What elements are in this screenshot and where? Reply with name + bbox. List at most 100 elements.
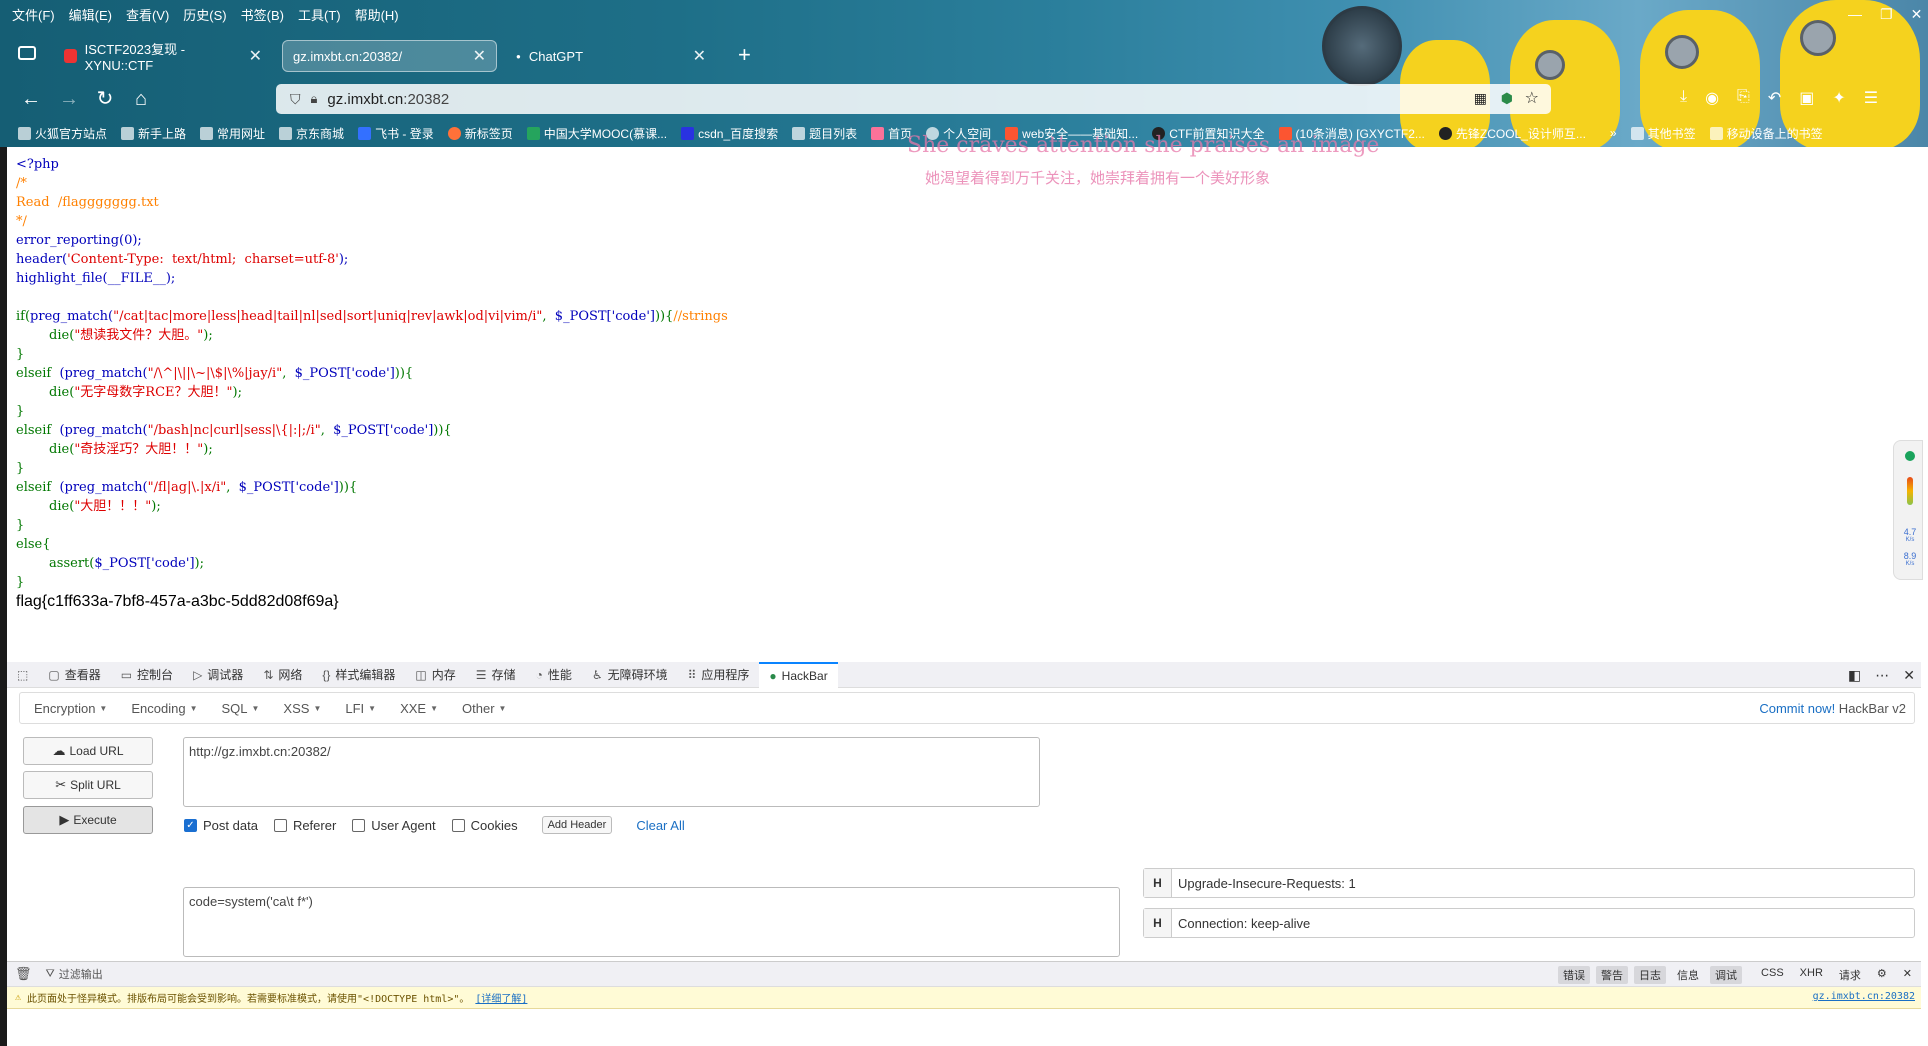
bookmarks-overflow-icon[interactable]: » <box>1610 126 1617 140</box>
bookmark-item[interactable]: 新手上路 <box>121 125 186 142</box>
close-window-icon[interactable]: ✕ <box>1911 6 1923 23</box>
bookmark-star-icon[interactable]: ☆ <box>1525 88 1539 108</box>
filter-info[interactable]: 信息 <box>1672 966 1704 984</box>
filter-logs[interactable]: 日志 <box>1634 966 1667 984</box>
console-input-area[interactable] <box>7 1009 1921 1046</box>
referer-checkbox[interactable]: Referer <box>273 818 336 833</box>
tab-current[interactable]: gz.imxbt.cn:20382/ ✕ <box>282 40 497 72</box>
screenshot-icon[interactable]: ⎘ <box>1737 88 1750 108</box>
menu-encryption[interactable]: Encryption ▼ <box>20 701 117 716</box>
warning-source-link[interactable]: gz.imxbt.cn:20382 <box>1813 991 1915 1002</box>
close-tab-icon[interactable]: ✕ <box>693 46 706 66</box>
filter-errors[interactable]: 错误 <box>1558 966 1591 984</box>
dock-icon[interactable]: ◧ <box>1848 667 1861 684</box>
tab-memory[interactable]: ◫ 内存 <box>405 662 465 688</box>
tab-hackbar[interactable]: ● HackBar <box>759 661 838 688</box>
menu-other[interactable]: Other ▼ <box>448 701 516 716</box>
back-icon[interactable]: ← <box>18 86 44 112</box>
lock-icon[interactable]: 🔒︎ <box>311 91 318 107</box>
tab-storage[interactable]: ☰ 存储 <box>466 662 526 688</box>
filter-output-input[interactable]: 过滤输出 <box>59 966 103 982</box>
bookmark-item[interactable]: 常用网址 <box>200 125 265 142</box>
extension-icon[interactable]: ⬢ <box>1501 90 1513 107</box>
filter-requests[interactable]: 请求 <box>1834 966 1866 984</box>
menu-help[interactable]: 帮助(H) <box>355 5 399 24</box>
network-monitor-widget[interactable]: 4.7 K/s 8.9 K/s <box>1893 440 1923 580</box>
bookmark-item[interactable]: 京东商城 <box>279 125 344 142</box>
menu-view[interactable]: 查看(V) <box>126 5 169 24</box>
tab-debugger[interactable]: ▷ 调试器 <box>183 662 253 688</box>
header-row[interactable]: H Connection: keep-alive <box>1143 908 1915 938</box>
addon-icon[interactable]: ▣ <box>1799 88 1814 108</box>
split-url-button[interactable]: ✂ Split URL <box>23 771 153 799</box>
element-picker-icon[interactable]: ⬚ <box>7 662 38 688</box>
bookmark-item[interactable]: 其他书签 <box>1630 125 1696 142</box>
cookies-checkbox[interactable]: Cookies <box>451 818 518 833</box>
minimize-icon[interactable]: — <box>1848 6 1862 23</box>
tab-performance[interactable]: ◔ 性能 <box>526 662 582 688</box>
tab-network[interactable]: ⇅ 网络 <box>253 662 312 688</box>
add-header-button[interactable]: Add Header <box>541 816 613 834</box>
new-tab-icon[interactable]: + <box>738 42 751 68</box>
bookmark-item[interactable]: 首页 <box>871 125 912 142</box>
home-icon[interactable]: ⌂ <box>128 86 154 112</box>
console-settings-icon[interactable]: ⚙ <box>1872 966 1892 984</box>
qr-code-icon[interactable]: ▦ <box>1474 90 1487 107</box>
close-tab-icon[interactable]: ✕ <box>249 46 262 66</box>
menu-file[interactable]: 文件(F) <box>12 5 55 24</box>
close-console-icon[interactable]: ✕ <box>1898 966 1917 984</box>
menu-xxe[interactable]: XXE ▼ <box>386 701 448 716</box>
filter-css[interactable]: CSS <box>1756 966 1789 984</box>
tab-application[interactable]: ⠿ 应用程序 <box>678 662 760 688</box>
url-bar[interactable]: ⛉ 🔒︎ gz.imxbt.cn:20382 ▦ ⬢ ☆ <box>276 84 1551 114</box>
header-value[interactable]: Connection: keep-alive <box>1172 916 1310 931</box>
close-tab-icon[interactable]: ✕ <box>473 46 486 66</box>
tab-isctf[interactable]: ISCTF2023复现 - XYNU::CTF ✕ <box>54 40 272 73</box>
close-devtools-icon[interactable]: ✕ <box>1903 667 1915 684</box>
menu-tools[interactable]: 工具(T) <box>298 5 341 24</box>
tab-style-editor[interactable]: {} 样式编辑器 <box>312 662 405 688</box>
filter-xhr[interactable]: XHR <box>1795 966 1828 984</box>
bookmark-item[interactable]: 飞书 - 登录 <box>358 125 434 142</box>
more-icon[interactable]: ⋯ <box>1875 667 1889 684</box>
menu-bookmarks[interactable]: 书签(B) <box>241 5 284 24</box>
menu-sql[interactable]: SQL ▼ <box>207 701 269 716</box>
load-url-button[interactable]: ☁ Load URL <box>23 737 153 765</box>
header-row[interactable]: H Upgrade-Insecure-Requests: 1 <box>1143 868 1915 898</box>
forward-icon[interactable]: → <box>56 86 82 112</box>
maximize-icon[interactable]: ❐ <box>1880 6 1893 23</box>
bookmark-item[interactable]: 火狐官方站点 <box>18 125 107 142</box>
header-value[interactable]: Upgrade-Insecure-Requests: 1 <box>1172 876 1356 891</box>
bookmark-item[interactable]: 中国大学MOOC(慕课... <box>526 125 667 142</box>
hackbar-url-input[interactable]: http://gz.imxbt.cn:20382/ <box>183 737 1040 807</box>
extensions-icon[interactable]: ✦ <box>1832 88 1845 108</box>
bookmark-item[interactable]: csdn_百度搜索 <box>681 125 778 142</box>
menu-edit[interactable]: 编辑(E) <box>69 5 112 24</box>
execute-button[interactable]: ▶ Execute <box>23 806 153 834</box>
tab-accessibility[interactable]: ♿︎ 无障碍环境 <box>582 662 678 688</box>
tab-inspector[interactable]: ▢ 查看器 <box>38 662 110 688</box>
clear-all-link[interactable]: Clear All <box>636 818 684 833</box>
bookmark-item[interactable]: 先锋ZCOOL_设计师互... <box>1438 125 1586 142</box>
menu-xss[interactable]: XSS ▼ <box>269 701 331 716</box>
menu-encoding[interactable]: Encoding ▼ <box>117 701 207 716</box>
filter-debug[interactable]: 调试 <box>1710 966 1743 984</box>
bookmark-item[interactable]: 移动设备上的书签 <box>1709 125 1823 142</box>
undo-icon[interactable]: ↶ <box>1768 88 1781 108</box>
filter-warnings[interactable]: 警告 <box>1596 966 1629 984</box>
reload-icon[interactable]: ↻ <box>92 86 118 112</box>
tab-console[interactable]: ▭ 控制台 <box>111 662 183 688</box>
tab-chatgpt[interactable]: ● ChatGPT ✕ <box>506 40 716 72</box>
commit-now-link[interactable]: Commit now! <box>1759 701 1835 716</box>
bookmark-item[interactable]: 题目列表 <box>792 125 857 142</box>
user-agent-checkbox[interactable]: User Agent <box>352 818 436 833</box>
account-icon[interactable]: ◉ <box>1705 88 1719 108</box>
learn-more-link[interactable]: [详细了解] <box>475 990 527 1005</box>
menu-lfi[interactable]: LFI ▼ <box>331 701 386 716</box>
download-icon[interactable]: ⤓ <box>1680 88 1687 108</box>
trash-icon[interactable]: 🗑︎ <box>15 966 32 982</box>
shield-icon[interactable]: ⛉ <box>290 91 301 108</box>
post-data-checkbox[interactable]: ✓ Post data <box>184 818 258 833</box>
post-data-input[interactable]: code=system('ca\t f*') <box>183 887 1120 957</box>
bookmark-item[interactable]: 新标签页 <box>447 125 513 142</box>
